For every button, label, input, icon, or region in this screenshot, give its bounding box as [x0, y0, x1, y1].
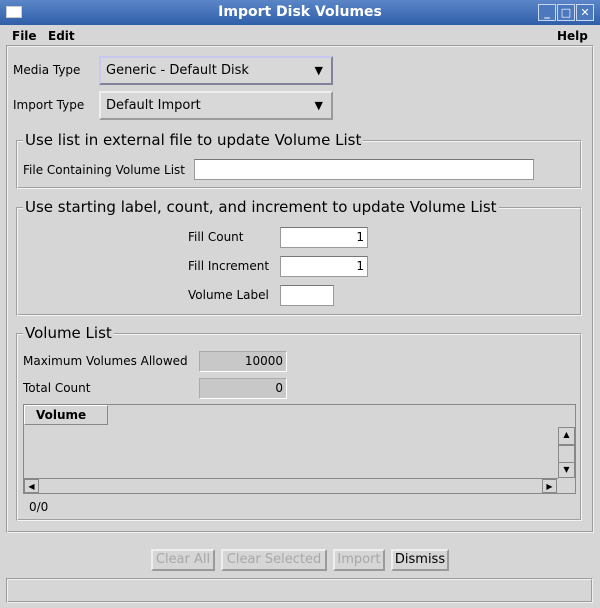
total-count-field: 0: [199, 378, 287, 399]
media-type-label: Media Type: [13, 63, 81, 77]
clear-all-button[interactable]: Clear All: [151, 549, 215, 571]
import-type-select[interactable]: Default Import ▼: [99, 91, 333, 120]
menu-help[interactable]: Help: [557, 29, 588, 43]
horizontal-scrollbar[interactable]: ◀ ▶: [24, 478, 558, 493]
media-type-value: Generic - Default Disk: [106, 63, 249, 78]
scroll-left-icon[interactable]: ◀: [24, 479, 39, 493]
window-title: Import Disk Volumes: [218, 4, 382, 20]
import-type-value: Default Import: [106, 98, 201, 113]
volume-label-input[interactable]: [280, 285, 334, 306]
media-type-select[interactable]: Generic - Default Disk ▼: [99, 56, 333, 85]
window-menu-icon[interactable]: [6, 6, 22, 18]
import-type-label: Import Type: [13, 98, 85, 112]
fill-increment-label: Fill Increment: [188, 259, 270, 273]
dismiss-button[interactable]: Dismiss: [391, 549, 449, 571]
fill-count-label: Fill Count: [188, 230, 244, 244]
volume-counter: 0/0: [29, 500, 49, 514]
scroll-down-icon[interactable]: ▼: [558, 462, 575, 478]
scroll-up-icon[interactable]: ▲: [558, 427, 575, 445]
volume-label-label: Volume Label: [188, 288, 269, 302]
file-list-label: File Containing Volume List: [23, 163, 186, 177]
menu-edit[interactable]: Edit: [48, 29, 75, 43]
menu-file[interactable]: File: [12, 29, 37, 43]
import-button[interactable]: Import: [333, 549, 385, 571]
total-count-label: Total Count: [23, 381, 91, 395]
close-icon[interactable]: ✕: [576, 4, 594, 21]
fill-count-input[interactable]: 1: [280, 227, 368, 248]
max-volumes-field: 10000: [199, 351, 287, 372]
scroll-right-icon[interactable]: ▶: [542, 479, 557, 493]
fill-increment-input[interactable]: 1: [280, 256, 368, 277]
column-header-volume[interactable]: Volume: [24, 405, 108, 425]
file-list-input[interactable]: [194, 159, 534, 180]
title-bar: Import Disk Volumes _ □ ✕: [0, 0, 600, 25]
volume-table[interactable]: Volume ▲ ▼ ◀ ▶: [23, 404, 576, 494]
volume-list-title: Volume List: [23, 324, 114, 342]
menu-bar: File Edit Help: [0, 25, 600, 45]
external-file-title: Use list in external file to update Volu…: [23, 131, 364, 149]
maximize-icon[interactable]: □: [557, 4, 575, 21]
clear-selected-button[interactable]: Clear Selected: [221, 549, 327, 571]
max-volumes-label: Maximum Volumes Allowed: [23, 354, 188, 368]
minimize-icon[interactable]: _: [538, 4, 556, 21]
chevron-down-icon: ▼: [314, 99, 323, 112]
chevron-down-icon: ▼: [314, 64, 323, 77]
status-bar: [6, 578, 593, 603]
fill-title: Use starting label, count, and increment…: [23, 198, 499, 216]
vertical-scrollbar-thumb[interactable]: [558, 445, 575, 463]
